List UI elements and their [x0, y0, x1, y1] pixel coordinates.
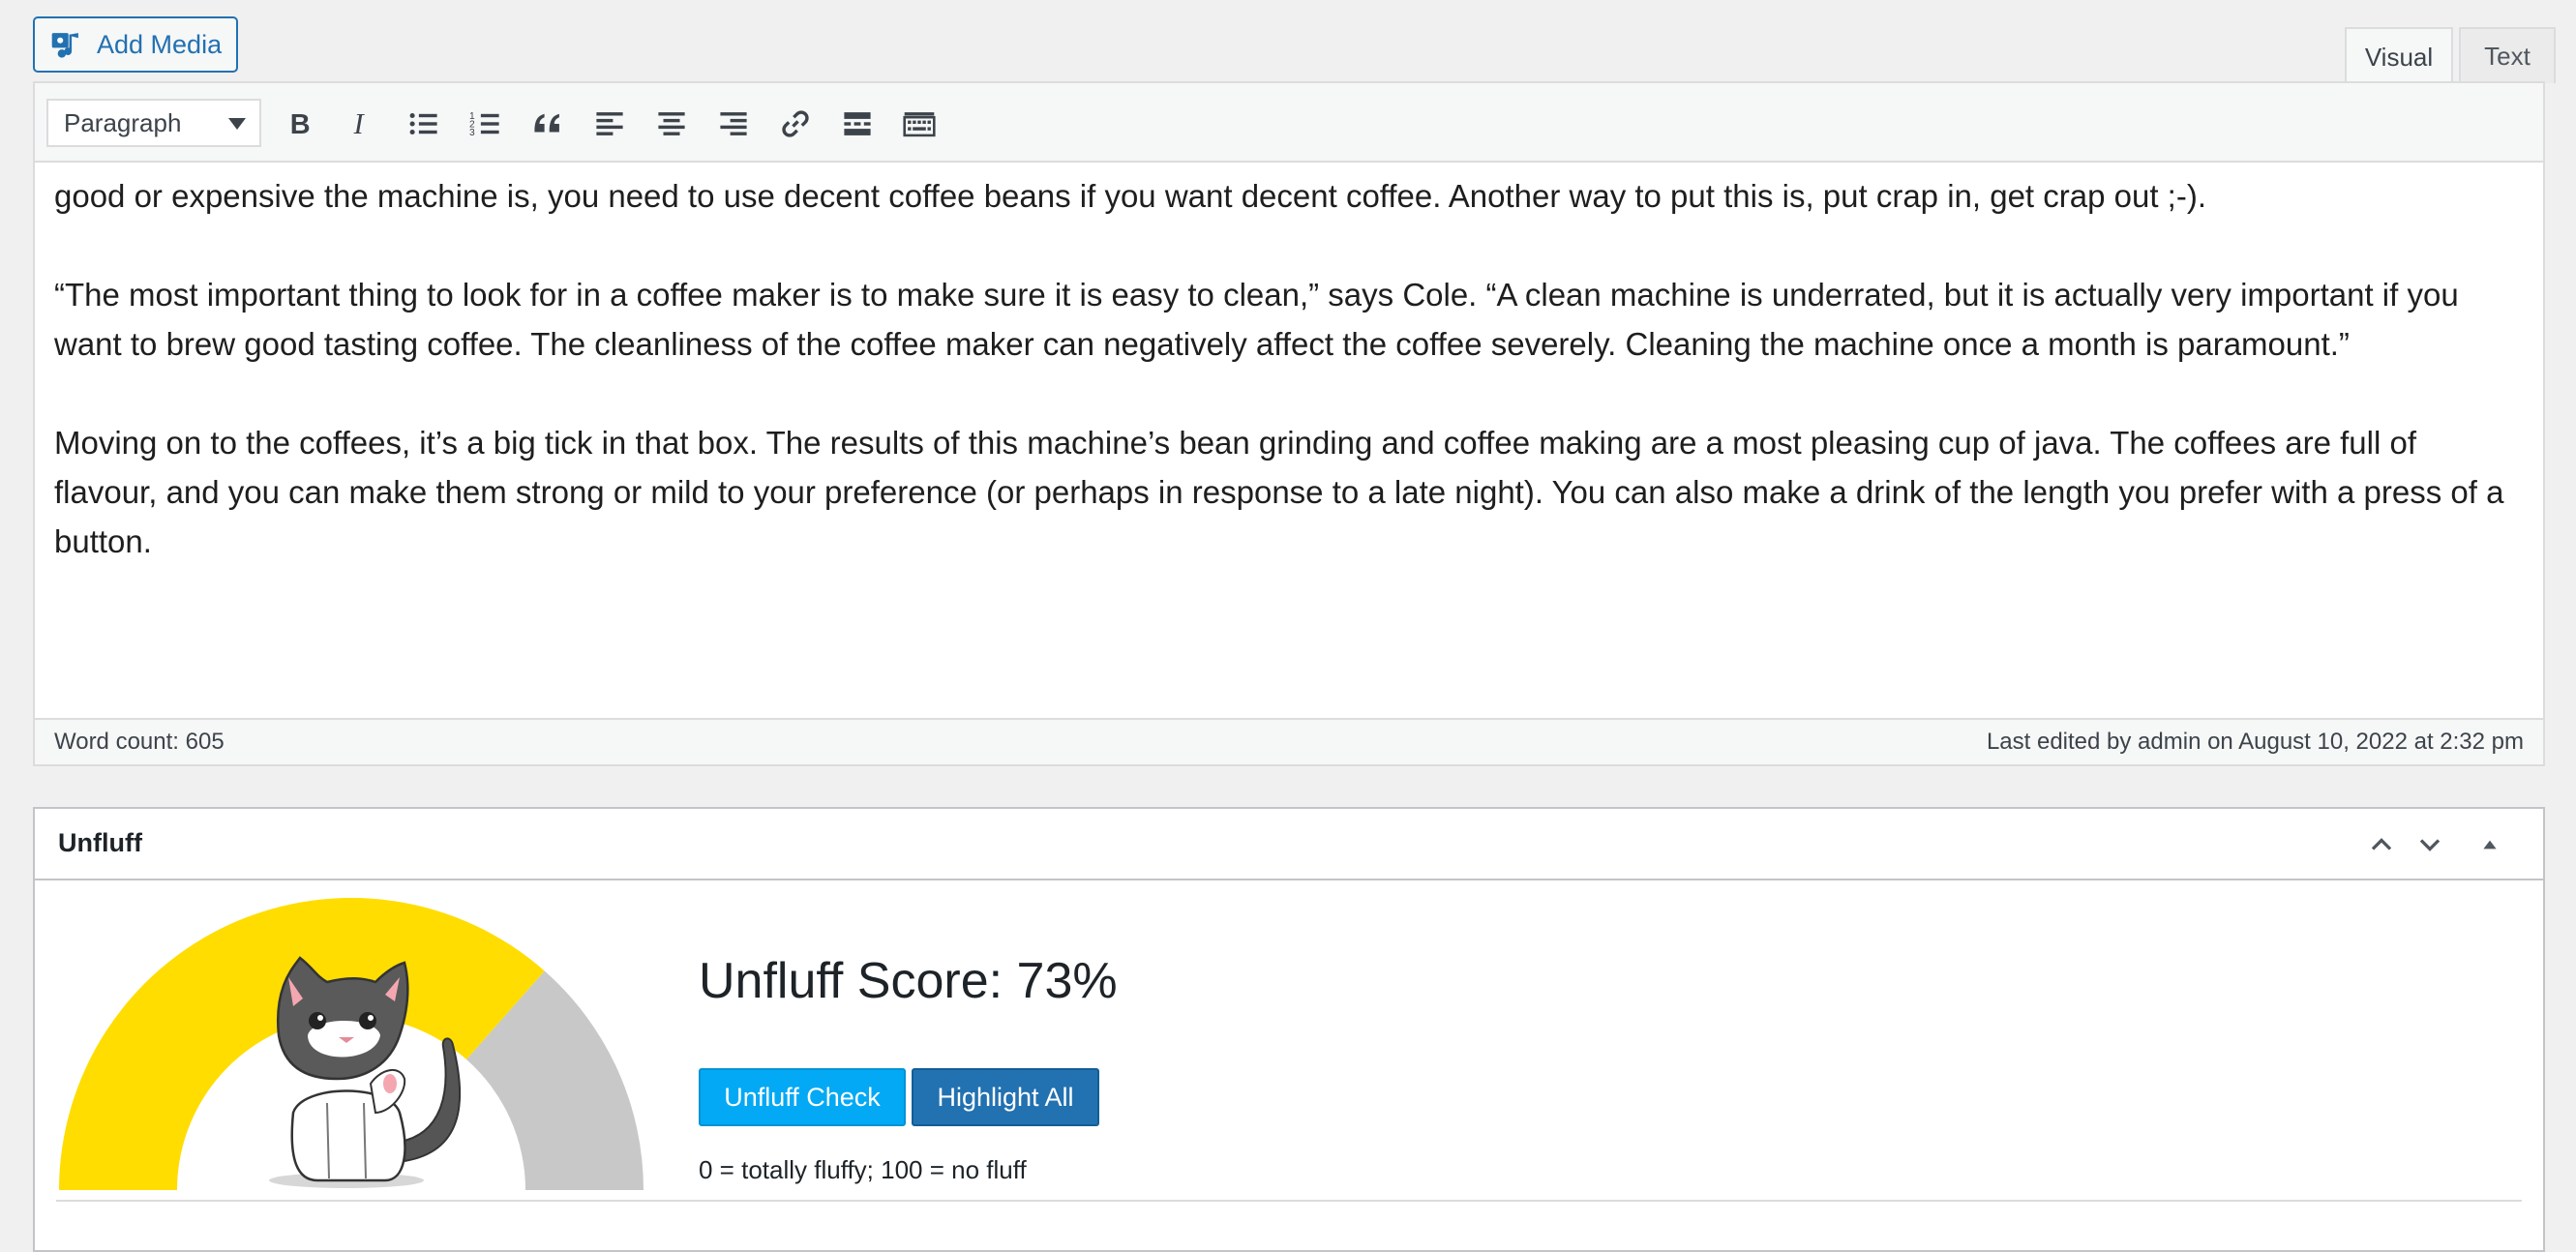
unfluff-metabox: Unfluff Unfluff Score: 73% Unfluff Check…: [33, 807, 2545, 1252]
paragraph: “The most important thing to look for in…: [54, 277, 2459, 362]
svg-text:B: B: [290, 109, 311, 140]
read-more-icon: [844, 112, 871, 135]
read-more-button[interactable]: [836, 103, 879, 145]
bullet-list-button[interactable]: [403, 103, 445, 145]
media-icon: [51, 33, 78, 58]
align-right-icon: [720, 112, 747, 135]
align-right-button[interactable]: [712, 103, 755, 145]
svg-text:3: 3: [469, 128, 475, 138]
blockquote-icon: [534, 113, 559, 133]
unfluff-score: Unfluff Score: 73%: [699, 953, 1118, 1009]
editor-content[interactable]: good or expensive the machine is, you ne…: [54, 163, 2524, 673]
chevron-down-icon: [228, 118, 246, 130]
align-left-icon: [596, 112, 623, 135]
chevron-up-icon: [2371, 838, 2392, 850]
add-media-label: Add Media: [97, 29, 223, 59]
editor: Paragraph B I 1 2 3 good or expensive th…: [33, 81, 2545, 766]
paragraph: good or expensive the machine is, you ne…: [54, 178, 2206, 214]
numbered-list-icon: 1 2 3: [469, 111, 499, 138]
collapse-toggle-button[interactable]: [2471, 826, 2508, 863]
last-edited: Last edited by admin on August 10, 2022 …: [1986, 729, 2524, 755]
metabox-header: Unfluff: [35, 809, 2543, 880]
link-button[interactable]: [774, 103, 817, 145]
move-up-button[interactable]: [2363, 826, 2400, 863]
italic-icon: I: [353, 107, 366, 140]
move-down-button[interactable]: [2411, 826, 2448, 863]
bold-button[interactable]: B: [279, 103, 321, 145]
bold-icon: B: [290, 109, 311, 140]
score-legend: 0 = totally fluffy; 100 = no fluff: [699, 1155, 1027, 1184]
unfluff-gauge: [56, 890, 646, 1200]
align-center-button[interactable]: [650, 103, 693, 145]
editor-toolbar: Paragraph B I 1 2 3: [35, 83, 2543, 163]
align-left-button[interactable]: [588, 103, 631, 145]
paragraph: Moving on to the coffees, it’s a big tic…: [54, 425, 2504, 559]
unfluff-check-button[interactable]: Unfluff Check: [699, 1068, 906, 1126]
format-select[interactable]: Paragraph: [46, 99, 261, 147]
tab-visual[interactable]: Visual: [2345, 27, 2453, 85]
bullet-list-icon: [409, 112, 437, 135]
add-media-button[interactable]: Add Media: [33, 16, 238, 73]
svg-text:I: I: [353, 107, 366, 140]
editor-status-bar: Word count: 605 Last edited by admin on …: [35, 718, 2543, 764]
toolbar-toggle-icon: [903, 112, 936, 137]
metabox-title: Unfluff: [58, 828, 142, 857]
triangle-up-icon: [2483, 840, 2497, 850]
chevron-down-icon: [2419, 839, 2441, 851]
blockquote-button[interactable]: [526, 103, 569, 145]
divider: [56, 1200, 2522, 1202]
highlight-all-button[interactable]: Highlight All: [912, 1068, 1099, 1126]
word-count: Word count: 605: [54, 729, 225, 755]
numbered-list-button[interactable]: 1 2 3: [464, 103, 507, 145]
italic-button[interactable]: I: [341, 103, 383, 145]
tab-text[interactable]: Text: [2459, 27, 2556, 83]
align-center-icon: [658, 112, 685, 135]
link-icon: [782, 110, 809, 137]
toolbar-toggle-button[interactable]: [898, 103, 941, 145]
format-select-value: Paragraph: [64, 107, 182, 137]
